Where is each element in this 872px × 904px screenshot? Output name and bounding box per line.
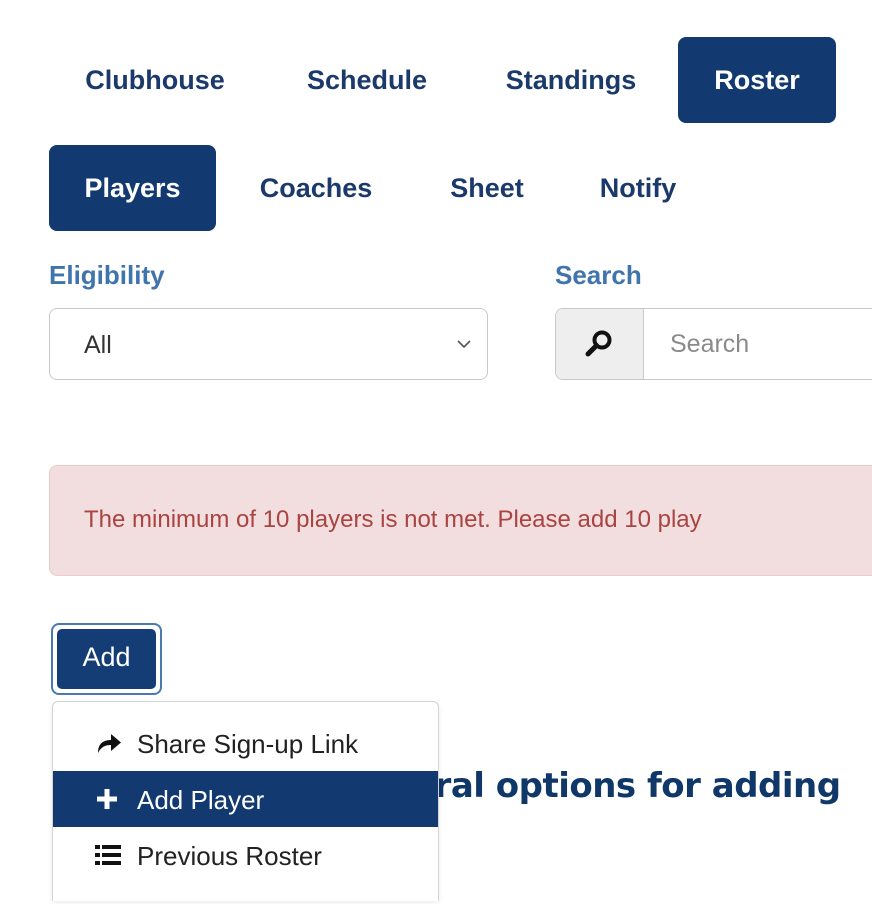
list-icon — [95, 845, 121, 865]
add-button[interactable]: Add — [51, 623, 162, 695]
add-dropdown-menu: Share Sign-up Link Add Player Previous R… — [52, 701, 439, 901]
options-heading: eral options for adding — [412, 766, 841, 806]
menu-item-previous-roster[interactable]: Previous Roster — [53, 827, 438, 883]
search-label: Search — [555, 260, 642, 290]
tab-coaches[interactable]: Coaches — [236, 145, 396, 231]
tab-schedule[interactable]: Schedule — [282, 37, 452, 123]
search-group — [555, 308, 872, 380]
add-button-label: Add — [57, 629, 156, 689]
menu-item-label: Share Sign-up Link — [137, 729, 359, 759]
tab-players[interactable]: Players — [49, 145, 216, 231]
plus-icon — [97, 789, 117, 809]
search-button[interactable] — [556, 309, 644, 379]
tab-sheet[interactable]: Sheet — [428, 145, 546, 231]
min-players-alert: The minimum of 10 players is not met. Pl… — [49, 465, 872, 576]
menu-item-share-signup-link[interactable]: Share Sign-up Link — [53, 715, 438, 771]
eligibility-value: All — [84, 331, 112, 359]
share-icon — [98, 734, 121, 753]
tab-notify[interactable]: Notify — [574, 145, 702, 231]
alert-text: The minimum of 10 players is not met. Pl… — [84, 506, 702, 533]
menu-item-label: Previous Roster — [137, 841, 322, 871]
menu-item-label: Add Player — [137, 785, 265, 815]
eligibility-select[interactable]: All — [49, 308, 488, 380]
menu-item-add-player[interactable]: Add Player — [53, 771, 438, 827]
tab-roster[interactable]: Roster — [678, 37, 836, 123]
eligibility-label: Eligibility — [49, 260, 165, 290]
tab-standings[interactable]: Standings — [480, 37, 662, 123]
search-input[interactable] — [644, 309, 872, 379]
chevron-down-icon — [457, 340, 471, 349]
search-icon — [585, 330, 612, 357]
tab-clubhouse[interactable]: Clubhouse — [60, 37, 250, 123]
